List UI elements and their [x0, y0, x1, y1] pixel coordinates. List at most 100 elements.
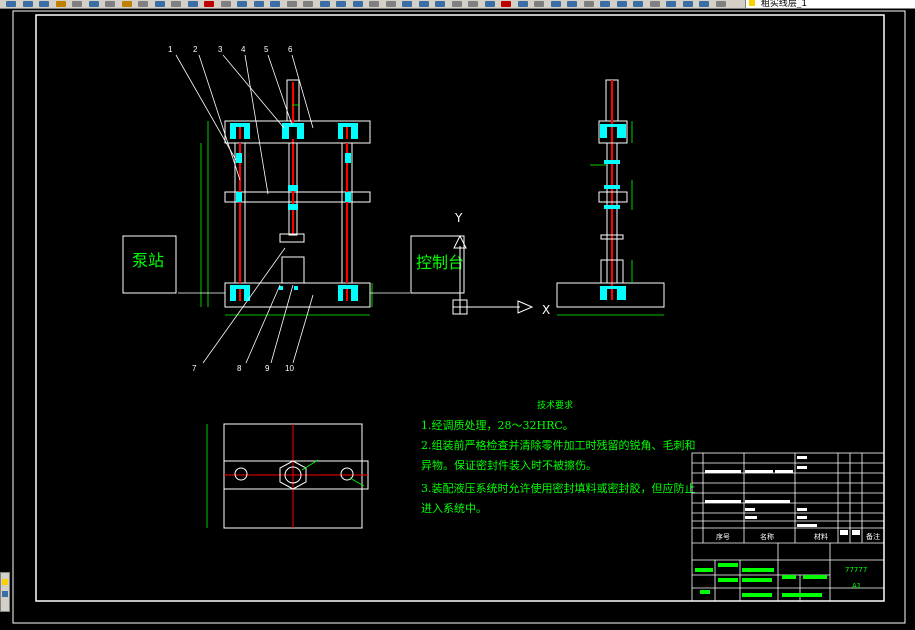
- toolbar-button[interactable]: [499, 0, 513, 8]
- toolbar-button[interactable]: [334, 0, 348, 8]
- toolbar-button[interactable]: [615, 0, 629, 8]
- side-view: [556, 79, 665, 316]
- toolbar-button[interactable]: [318, 0, 332, 8]
- toolbar-button[interactable]: [631, 0, 645, 8]
- toolbar-button[interactable]: [301, 0, 315, 8]
- toolbar-button-icon: [567, 1, 577, 7]
- toolbar-button[interactable]: [417, 0, 431, 8]
- toolbar-button-icon: [55, 1, 66, 7]
- toolbar-button[interactable]: [351, 0, 365, 8]
- toolbar-button-icon: [699, 1, 709, 7]
- toolbar-button-icon: [22, 1, 33, 7]
- toolbar-button[interactable]: [648, 0, 662, 8]
- note-line-5: 进入系统中。: [421, 502, 487, 515]
- toolbar-button[interactable]: [367, 0, 381, 8]
- toolbar-button[interactable]: [169, 0, 183, 8]
- toolbar-button-icon: [369, 1, 379, 7]
- toolbar-button[interactable]: [466, 0, 480, 8]
- toolbar-button[interactable]: [4, 0, 18, 8]
- title-sheet-size: A1: [852, 582, 861, 590]
- toolbar-button-icon: [616, 1, 627, 7]
- toolbar-button-icon: [204, 1, 214, 7]
- part-number-5: 5: [264, 45, 269, 54]
- toolbar-button-icon: [270, 1, 280, 7]
- toolbar-button-icon: [171, 1, 181, 7]
- toolbar-button[interactable]: [37, 0, 51, 8]
- layer-name: 粗实线层_1: [760, 0, 808, 8]
- toolbar-button-icon: [303, 1, 313, 7]
- toolbar-button[interactable]: [697, 0, 711, 8]
- part-number-4: 4: [241, 45, 246, 54]
- toolbar-button[interactable]: [565, 0, 579, 8]
- toolbar-button-icon: [501, 1, 511, 7]
- toolbar-button[interactable]: [120, 0, 134, 8]
- title-col-name: 名称: [760, 532, 774, 541]
- toolbar-button[interactable]: [433, 0, 447, 8]
- note-line-1: 1.经调质处理，28～32HRC。: [421, 419, 574, 432]
- toolbar-button[interactable]: [70, 0, 84, 8]
- part-number-9: 9: [265, 364, 270, 373]
- toolbar-button[interactable]: [285, 0, 299, 8]
- toolbar-button-icon: [468, 1, 478, 7]
- toolbar-button-icon: [418, 1, 429, 7]
- toolbar-button[interactable]: [384, 0, 398, 8]
- toolbar-button-icon: [666, 1, 676, 7]
- note-line-3: 异物。保证密封件装入时不被擦伤。: [421, 458, 597, 472]
- toolbar-button[interactable]: [483, 0, 497, 8]
- layer-dropdown[interactable]: 粗实线层_1: [745, 0, 915, 8]
- part-number-2: 2: [193, 45, 198, 54]
- front-view: [175, 54, 410, 364]
- toolbar-button-icon: [237, 1, 247, 7]
- toolbar-button[interactable]: [219, 0, 233, 8]
- toolbar-button-icon: [220, 1, 231, 7]
- toolbar-button[interactable]: [400, 0, 414, 8]
- toolbar-button[interactable]: [582, 0, 596, 8]
- toolbar-button-icon: [72, 1, 82, 7]
- toolbar-button-icon: [105, 1, 115, 7]
- toolbar-button[interactable]: [202, 0, 216, 8]
- toolbar-button-icon: [138, 1, 148, 7]
- side-toolbar[interactable]: [0, 572, 10, 612]
- toolbar-button[interactable]: [136, 0, 150, 8]
- toolbar-button-icon: [187, 1, 198, 7]
- title-col-remark: 备注: [866, 532, 880, 541]
- toolbar-button[interactable]: [664, 0, 678, 8]
- drawing-canvas[interactable]: 1 2 3 4 5 6 7 8 9 10 泵站 控制台 Y X 技术要求 1.经…: [0, 0, 915, 630]
- toolbar-button[interactable]: [549, 0, 563, 8]
- layer-icon[interactable]: [2, 591, 8, 597]
- toolbar-button[interactable]: [153, 0, 167, 8]
- toolbar-button[interactable]: [450, 0, 464, 8]
- toolbar-button-icon: [88, 1, 99, 7]
- ucs-x-label: X: [542, 303, 550, 317]
- part-number-8: 8: [237, 364, 242, 373]
- toolbar-button-icon: [352, 1, 363, 7]
- workpiece: [281, 256, 305, 284]
- ucs-icon: [452, 234, 534, 315]
- toolbar-button[interactable]: [54, 0, 68, 8]
- toolbar-button[interactable]: [186, 0, 200, 8]
- title-code: 77777: [845, 566, 867, 574]
- ucs-y-label: Y: [454, 211, 463, 225]
- layer-icon: [749, 0, 755, 6]
- toolbar-button-icon: [600, 1, 610, 7]
- toolbar-button[interactable]: [21, 0, 35, 8]
- part-number-6: 6: [288, 45, 293, 54]
- toolbar-button[interactable]: [268, 0, 282, 8]
- toolbar-button[interactable]: [714, 0, 728, 8]
- part-number-1: 1: [168, 45, 173, 54]
- toolbar-button[interactable]: [681, 0, 695, 8]
- toolbar-button[interactable]: [516, 0, 530, 8]
- outer-frame: [12, 10, 906, 624]
- toolbar-button[interactable]: [532, 0, 546, 8]
- toolbar-button-icon: [517, 1, 528, 7]
- pencil-icon[interactable]: [2, 579, 8, 585]
- toolbar-button[interactable]: [103, 0, 117, 8]
- toolbar-button-icon: [451, 1, 462, 7]
- toolbar-button-icon: [402, 1, 412, 7]
- toolbar-button[interactable]: [87, 0, 101, 8]
- toolbar-button[interactable]: [252, 0, 266, 8]
- toolbar-button[interactable]: [598, 0, 612, 8]
- toolbar-button[interactable]: [235, 0, 249, 8]
- title-col-material: 材料: [814, 532, 828, 541]
- toolbar-button-icon: [286, 1, 297, 7]
